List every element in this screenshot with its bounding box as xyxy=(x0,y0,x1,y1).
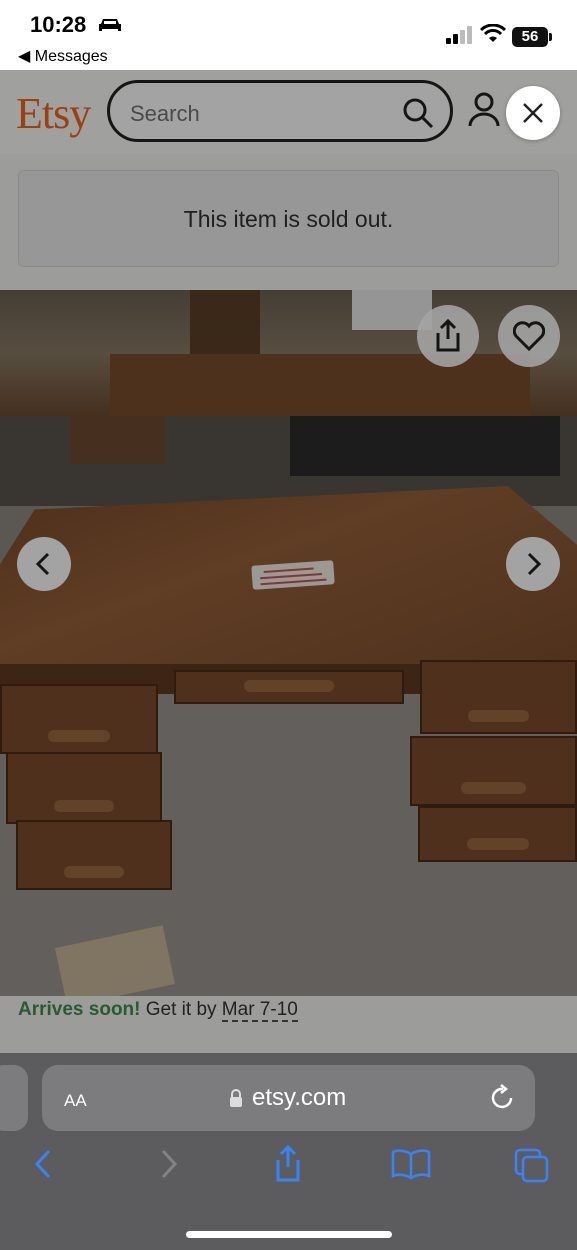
home-indicator[interactable] xyxy=(186,1231,392,1238)
back-to-messages[interactable]: ◀ Messages xyxy=(18,46,108,66)
arrives-soon-label: Arrives soon! xyxy=(18,999,141,1020)
photo-desk-surface xyxy=(110,354,530,416)
car-icon xyxy=(99,19,121,31)
photo-drawer xyxy=(420,660,577,734)
etsy-logo[interactable]: Etsy xyxy=(16,88,91,139)
next-image-button[interactable] xyxy=(506,537,560,591)
battery-indicator: 56 xyxy=(512,27,552,47)
product-photo-previous[interactable] xyxy=(0,290,577,416)
photo-shelf-dark xyxy=(290,416,560,476)
etsy-header: Etsy Search xyxy=(0,70,577,154)
close-icon xyxy=(523,103,543,123)
photo-drawer xyxy=(0,684,158,754)
reload-icon[interactable] xyxy=(490,1084,516,1112)
wifi-icon xyxy=(480,24,506,42)
photo-drawer xyxy=(418,806,577,862)
back-icon[interactable] xyxy=(32,1148,54,1180)
arrives-text: Get it by xyxy=(140,999,222,1020)
arrives-date[interactable]: Mar 7-10 xyxy=(221,999,298,1022)
close-button[interactable] xyxy=(506,86,560,140)
forward-icon[interactable] xyxy=(158,1148,180,1180)
share-icon[interactable] xyxy=(272,1145,304,1183)
chevron-left-icon xyxy=(35,552,50,576)
photo-drawer xyxy=(16,820,172,890)
delivery-estimate: Arrives soon! Get it by Mar 7-10 xyxy=(18,999,298,1022)
photo-drawer xyxy=(174,670,404,704)
aa-label: AA xyxy=(64,1091,87,1110)
lock-icon xyxy=(230,1089,242,1107)
search-input[interactable]: Search xyxy=(107,80,453,142)
status-bar: 10:28 ◀ Messages 56 xyxy=(0,0,577,70)
photo-shelf xyxy=(190,290,260,356)
tabs-icon[interactable] xyxy=(514,1148,550,1184)
previous-image-button[interactable] xyxy=(17,537,71,591)
safari-toolbar: AA etsy.com xyxy=(0,1053,577,1250)
favorite-button[interactable] xyxy=(498,305,560,367)
share-button[interactable] xyxy=(417,305,479,367)
address-bar[interactable]: AA etsy.com xyxy=(42,1065,535,1131)
previous-tab-preview[interactable] xyxy=(0,1065,28,1131)
search-icon[interactable] xyxy=(402,97,434,129)
bookmarks-icon[interactable] xyxy=(391,1148,431,1180)
url-text: etsy.com xyxy=(252,1084,347,1111)
photo-drawer xyxy=(6,752,162,824)
heart-icon xyxy=(513,321,545,351)
product-photo-main[interactable] xyxy=(0,416,577,996)
cellular-signal-icon xyxy=(446,26,472,44)
battery-level: 56 xyxy=(521,28,539,45)
search-placeholder: Search xyxy=(130,101,200,126)
status-time: 10:28 xyxy=(30,12,87,37)
photo-crate xyxy=(70,416,165,464)
chevron-right-icon xyxy=(527,552,542,576)
etsy-page: Etsy Search This item is sold out. xyxy=(0,70,577,1053)
reader-options-button[interactable]: AA xyxy=(64,1085,87,1113)
user-icon[interactable] xyxy=(468,92,500,128)
share-icon xyxy=(436,319,460,352)
sold-out-banner: This item is sold out. xyxy=(18,170,559,267)
photo-drawer xyxy=(410,736,577,806)
